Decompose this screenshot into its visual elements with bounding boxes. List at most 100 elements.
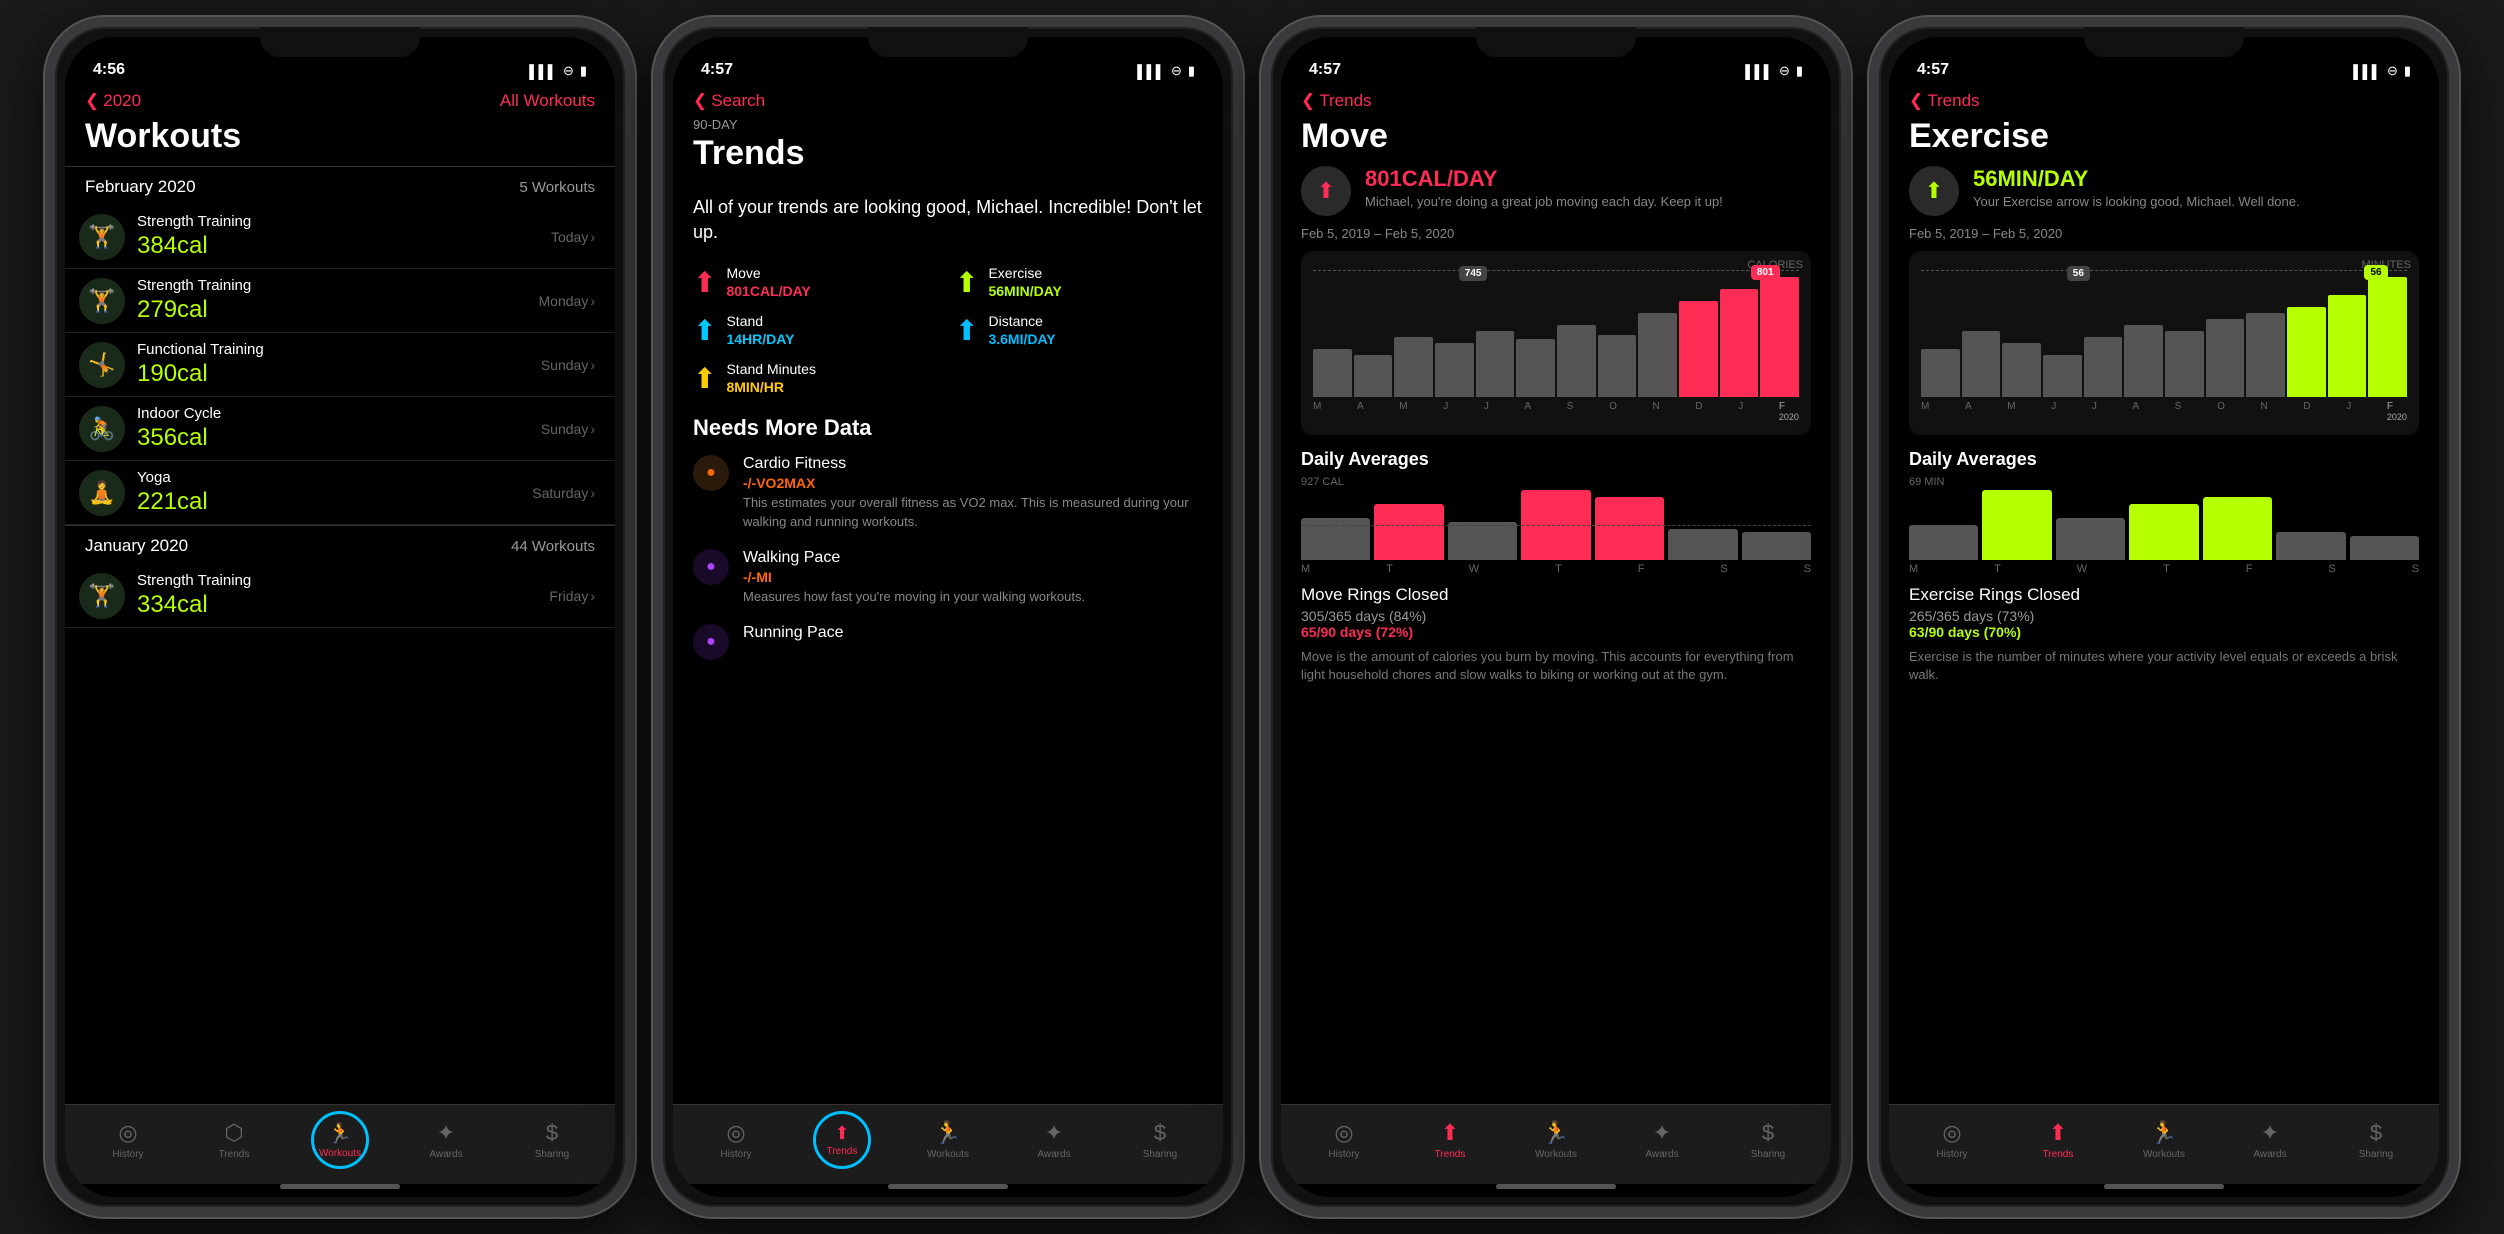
- trend-item-stand[interactable]: ⬆ Stand 14HR/DAY: [693, 313, 941, 347]
- home-indicator-2: [888, 1184, 1008, 1189]
- tab-sharing-4[interactable]: $ Sharing: [2323, 1120, 2429, 1160]
- tab-bar-3: ◎ History ⬆ Trends 🏃 Workouts ✦ Awards $: [1281, 1104, 1831, 1184]
- screen-2: 4:57 ▌▌▌ ⊖ ▮ ❮ Search 90-DAY Trends All …: [673, 37, 1223, 1197]
- page-title-3: Move: [1281, 117, 1831, 166]
- tab-trends-3[interactable]: ⬆ Trends: [1397, 1120, 1503, 1160]
- tab-sharing-3[interactable]: $ Sharing: [1715, 1120, 1821, 1160]
- workout-row-1[interactable]: 🏋 Strength Training 384cal Today ›: [65, 205, 615, 269]
- all-workouts-link[interactable]: All Workouts: [500, 91, 595, 111]
- tab-label-sharing-1: Sharing: [535, 1149, 569, 1160]
- trends-icon-1: ⬡: [224, 1120, 243, 1146]
- workout-row-5[interactable]: 🧘 Yoga 221cal Saturday ›: [65, 461, 615, 525]
- needs-info-cardio: Cardio Fitness -/-VO2MAX This estimates …: [743, 455, 1203, 530]
- trend-text-exercise: Exercise 56MIN/DAY: [988, 265, 1061, 299]
- page-title-2: Trends: [693, 134, 1203, 183]
- tab-history-3[interactable]: ◎ History: [1291, 1120, 1397, 1160]
- trends-icon-3: ⬆: [1441, 1120, 1459, 1146]
- workout-row-2[interactable]: 🏋 Strength Training 279cal Monday ›: [65, 269, 615, 333]
- chevron-left-icon-4: ❮: [1909, 91, 1923, 111]
- back-button-3[interactable]: ❮ Trends: [1301, 91, 1372, 111]
- trend-grid: ⬆ Move 801CAL/DAY ⬆ Exercise 56MIN/DAY: [693, 265, 1203, 395]
- tab-label-sharing-4: Sharing: [2359, 1149, 2393, 1160]
- trends-icon-2: ⬆: [834, 1123, 849, 1144]
- section-count-feb: 5 Workouts: [519, 179, 595, 196]
- tab-awards-2[interactable]: ✦ Awards: [1001, 1120, 1107, 1160]
- workout-icon-wrap-1: 🏋: [79, 214, 125, 260]
- workouts-icon-3: 🏃: [1542, 1120, 1569, 1146]
- tab-awards-4[interactable]: ✦ Awards: [2217, 1120, 2323, 1160]
- phone-4: 4:57 ▌▌▌ ⊖ ▮ ❮ Trends Exercise ⬆: [1869, 17, 2459, 1217]
- daily-avg-chart-move: [1301, 490, 1811, 560]
- tab-workouts-1[interactable]: 🏃 Workouts: [287, 1111, 393, 1169]
- strength-icon-2: 🏋: [88, 288, 115, 314]
- workout-row-4[interactable]: 🚴 Indoor Cycle 356cal Sunday ›: [65, 397, 615, 461]
- trend-value-standmin: 8MIN/HR: [726, 379, 816, 395]
- needs-name-cardio: Cardio Fitness: [743, 455, 1203, 473]
- tab-workouts-4[interactable]: 🏃 Workouts: [2111, 1120, 2217, 1160]
- tab-workouts-3[interactable]: 🏃 Workouts: [1503, 1120, 1609, 1160]
- history-icon-2: ◎: [726, 1120, 745, 1146]
- workout-icon-wrap-2: 🏋: [79, 278, 125, 324]
- trend-item-move[interactable]: ⬆ Move 801CAL/DAY: [693, 265, 941, 299]
- back-button-2[interactable]: ❮ Search: [693, 91, 765, 111]
- back-button-4[interactable]: ❮ Trends: [1909, 91, 1980, 111]
- needs-item-running[interactable]: ● Running Pace: [693, 624, 1203, 660]
- workout-row-3[interactable]: 🤸 Functional Training 190cal Sunday ›: [65, 333, 615, 397]
- wifi-icon-4: ⊖: [2387, 63, 2398, 79]
- awards-icon-1: ✦: [437, 1120, 455, 1146]
- running-icon: ●: [706, 633, 716, 651]
- phone-1: 4:56 ▌▌▌ ⊖ ▮ ❮ 2020 All Workouts Workout…: [45, 17, 635, 1217]
- wifi-icon: ⊖: [563, 63, 574, 79]
- section-title-jan: January 2020: [85, 536, 188, 556]
- battery-icon-2: ▮: [1188, 63, 1195, 79]
- tab-history-1[interactable]: ◎ History: [75, 1120, 181, 1160]
- tab-workouts-2[interactable]: 🏃 Workouts: [895, 1120, 1001, 1160]
- workout-name-6: Strength Training: [137, 572, 549, 589]
- tab-label-sharing-2: Sharing: [1143, 1149, 1177, 1160]
- tab-sharing-2[interactable]: $ Sharing: [1107, 1120, 1213, 1160]
- notch-2: [868, 27, 1028, 57]
- tab-label-history-3: History: [1328, 1149, 1359, 1160]
- trend-item-exercise[interactable]: ⬆ Exercise 56MIN/DAY: [955, 265, 1203, 299]
- needs-item-walking[interactable]: ● Walking Pace -/-MI Measures how fast y…: [693, 549, 1203, 606]
- phone-3: 4:57 ▌▌▌ ⊖ ▮ ❮ Trends Move ⬆: [1261, 17, 1851, 1217]
- needs-value-cardio: -/-VO2MAX: [743, 475, 1203, 491]
- tab-awards-1[interactable]: ✦ Awards: [393, 1120, 499, 1160]
- workout-icon-wrap-3: 🤸: [79, 342, 125, 388]
- tab-trends-4[interactable]: ⬆ Trends: [2005, 1120, 2111, 1160]
- tab-label-workouts-4: Workouts: [2143, 1149, 2185, 1160]
- status-time-1: 4:56: [93, 61, 125, 79]
- trend-value-distance: 3.6MI/DAY: [988, 331, 1055, 347]
- workout-info-1: Strength Training 384cal: [137, 213, 551, 260]
- tab-trends-2[interactable]: ⬆ Trends: [789, 1111, 895, 1169]
- tab-label-workouts-2: Workouts: [927, 1149, 969, 1160]
- workout-info-3: Functional Training 190cal: [137, 341, 541, 388]
- move-arrow-icon: ⬆: [1317, 178, 1335, 204]
- daily-avg-max-move: 927 CAL: [1301, 476, 1344, 488]
- trend-name-stand: Stand: [726, 313, 794, 329]
- tab-label-awards-3: Awards: [1645, 1149, 1678, 1160]
- tab-awards-3[interactable]: ✦ Awards: [1609, 1120, 1715, 1160]
- phone-2: 4:57 ▌▌▌ ⊖ ▮ ❮ Search 90-DAY Trends All …: [653, 17, 1243, 1217]
- back-button-1[interactable]: ❮ 2020: [85, 91, 141, 111]
- tab-trends-1[interactable]: ⬡ Trends: [181, 1120, 287, 1160]
- footer-desc-move: Move is the amount of calories you burn …: [1301, 648, 1811, 684]
- tab-history-2[interactable]: ◎ History: [683, 1120, 789, 1160]
- workout-day-1: Today ›: [551, 229, 595, 245]
- workout-row-6[interactable]: 🏋 Strength Training 334cal Friday ›: [65, 564, 615, 628]
- needs-name-walking: Walking Pace: [743, 549, 1085, 567]
- back-nav-1: ❮ 2020 All Workouts: [65, 87, 615, 117]
- sharing-icon-4: $: [2370, 1120, 2382, 1146]
- needs-item-cardio[interactable]: ● Cardio Fitness -/-VO2MAX This estimate…: [693, 455, 1203, 530]
- workout-cal-6: 334cal: [137, 591, 549, 619]
- needs-icon-cardio: ●: [693, 455, 729, 491]
- rings-move: Move Rings Closed 305/365 days (84%) 65/…: [1301, 585, 1811, 640]
- tab-history-4[interactable]: ◎ History: [1899, 1120, 2005, 1160]
- metric-screen-exercise: ⬆ 56MIN/DAY Your Exercise arrow is looki…: [1889, 166, 2439, 1104]
- yoga-icon: 🧘: [88, 480, 115, 506]
- tab-bar-4: ◎ History ⬆ Trends 🏃 Workouts ✦ Awards $: [1889, 1104, 2439, 1184]
- metric-value-move: 801CAL/DAY: [1365, 166, 1723, 192]
- trend-item-standmin[interactable]: ⬆ Stand Minutes 8MIN/HR: [693, 361, 941, 395]
- tab-sharing-1[interactable]: $ Sharing: [499, 1120, 605, 1160]
- trend-item-distance[interactable]: ⬆ Distance 3.6MI/DAY: [955, 313, 1203, 347]
